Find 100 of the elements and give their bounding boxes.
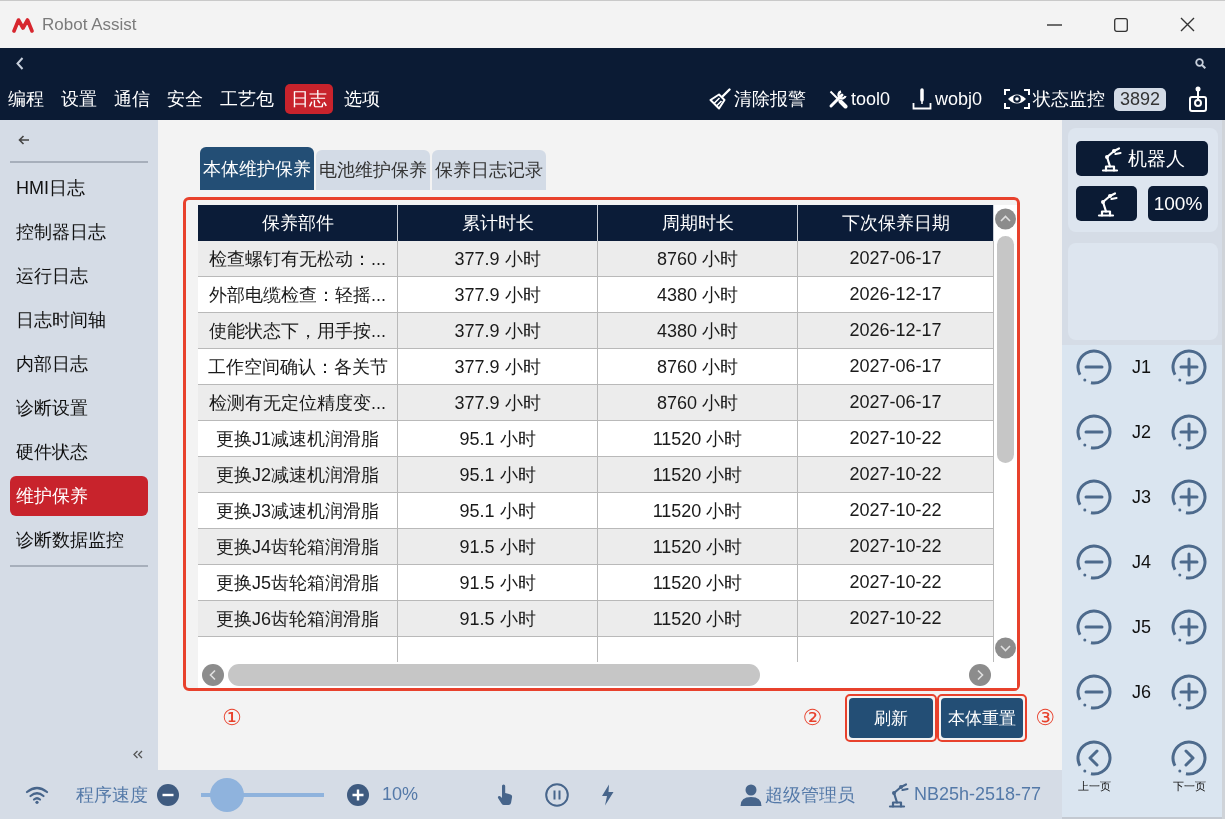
menu-item[interactable]: 选项 (338, 84, 386, 114)
minus-circle-icon[interactable] (1076, 479, 1112, 515)
minus-circle-icon[interactable] (1076, 544, 1112, 580)
refresh-button[interactable]: 刷新 (849, 698, 934, 738)
table-cell: 更换J6齿轮箱润滑脂 (198, 601, 398, 637)
user-icon (740, 783, 763, 806)
tool-button[interactable]: tool0 (827, 88, 890, 110)
joint-label: J3 (1132, 486, 1151, 508)
table-cell: 377.9 小时 (398, 313, 598, 349)
sidebar-item[interactable]: 硬件状态 (10, 432, 148, 472)
wifi-icon (25, 785, 49, 804)
speed-value: 10% (382, 784, 419, 805)
joint-label: J2 (1132, 421, 1151, 443)
table-cell: 检测有无定位精度变... (198, 385, 398, 421)
table-cell: 2027-10-22 (798, 529, 994, 565)
table-cell: 11520 小时 (598, 457, 798, 493)
back-icon[interactable] (16, 56, 24, 70)
menu-item[interactable]: 安全 (161, 84, 209, 114)
table-cell: 377.9 小时 (398, 241, 598, 277)
robot-arm-button[interactable] (1076, 186, 1137, 221)
back-arrow-icon[interactable] (18, 135, 30, 145)
robot-button[interactable]: 机器人 (1076, 141, 1208, 176)
clear-alarm-button[interactable]: 清除报警 (708, 87, 806, 111)
table-cell: 2027-06-17 (798, 241, 994, 277)
table-cell: 95.1 小时 (398, 457, 598, 493)
next-page-button[interactable]: 下一页 (1171, 740, 1207, 794)
table-cell: 91.5 小时 (398, 529, 598, 565)
minus-circle-icon[interactable] (1076, 414, 1112, 450)
sidebar-item[interactable]: 诊断设置 (10, 388, 148, 428)
robot-arm-icon (1099, 145, 1122, 172)
sidebar-item[interactable]: 诊断数据监控 (10, 520, 148, 560)
table-cell: 11520 小时 (598, 529, 798, 565)
joint-label: J4 (1132, 551, 1151, 573)
chevron-left-circle-icon (1076, 740, 1112, 776)
logo-icon (12, 16, 34, 33)
table-cell: 377.9 小时 (398, 385, 598, 421)
reset-button[interactable]: 本体重置 (941, 698, 1024, 738)
controller-name: NB25h-2518-77 (914, 784, 1042, 805)
sidebar-item[interactable]: 日志时间轴 (10, 300, 148, 340)
table-cell: 4380 小时 (598, 313, 798, 349)
search-icon[interactable] (1195, 57, 1206, 69)
sidebar-item[interactable]: 控制器日志 (10, 212, 148, 252)
minus-circle-icon[interactable] (1076, 349, 1112, 385)
minimize-icon[interactable] (1047, 23, 1062, 26)
table-cell: 11520 小时 (598, 601, 798, 637)
plus-circle-icon[interactable] (1171, 609, 1207, 645)
maximize-icon[interactable] (1114, 17, 1128, 32)
tab[interactable]: 电池维护保养 (316, 150, 430, 190)
plus-circle-icon[interactable] (1171, 414, 1207, 450)
pause-icon[interactable] (545, 782, 570, 807)
eye-icon (1003, 89, 1030, 109)
minus-circle-icon[interactable] (157, 783, 179, 806)
sidebar-item[interactable]: 维护保养 (10, 476, 148, 516)
table-cell: 91.5 小时 (398, 601, 598, 637)
minus-circle-icon[interactable] (1076, 609, 1112, 645)
broom-icon (708, 88, 731, 110)
menu-item[interactable]: 编程 (2, 84, 50, 114)
table-cell: 8760 小时 (598, 241, 798, 277)
count-badge: 3892 (1113, 87, 1166, 111)
plus-circle-icon[interactable] (1171, 544, 1207, 580)
menu-item[interactable]: 设置 (55, 84, 103, 114)
robot-arm-icon (887, 781, 910, 808)
joint-label: J1 (1132, 356, 1151, 378)
window-title: Robot Assist (42, 14, 137, 35)
table-cell: 2026-12-17 (798, 313, 994, 349)
plus-circle-icon[interactable] (347, 783, 369, 806)
callout-number: ① (222, 706, 242, 730)
sidebar-item[interactable]: HMI日志 (10, 168, 148, 208)
table-cell: 2027-10-22 (798, 457, 994, 493)
speed-button[interactable]: 100% (1148, 186, 1208, 221)
joint-label: J6 (1132, 681, 1151, 703)
joystick-icon[interactable] (1188, 86, 1208, 112)
table-cell: 2027-10-22 (798, 601, 994, 637)
menu-item[interactable]: 工艺包 (214, 84, 280, 114)
callout-number: ③ (1035, 706, 1055, 730)
pin-icon (911, 88, 932, 110)
menu-item[interactable]: 日志 (285, 84, 333, 114)
table-cell: 8760 小时 (598, 385, 798, 421)
callout-number: ② (802, 706, 823, 730)
sidebar-item[interactable]: 运行日志 (10, 256, 148, 296)
table-cell: 2027-06-17 (798, 385, 994, 421)
user-name: 超级管理员 (765, 783, 856, 807)
tab[interactable]: 保养日志记录 (432, 150, 546, 190)
lightning-icon[interactable] (600, 783, 616, 806)
slider-thumb[interactable] (209, 777, 244, 812)
joint-label: J5 (1132, 616, 1151, 638)
minus-circle-icon[interactable] (1076, 674, 1112, 710)
collapse-icon[interactable] (133, 750, 143, 759)
workobject-button[interactable]: wobj0 (911, 88, 982, 110)
plus-circle-icon[interactable] (1171, 349, 1207, 385)
plus-circle-icon[interactable] (1171, 674, 1207, 710)
close-icon[interactable] (1180, 17, 1195, 32)
hand-icon[interactable] (497, 783, 514, 806)
monitor-button[interactable]: 状态监控 (1003, 87, 1105, 111)
sidebar-item[interactable]: 内部日志 (10, 344, 148, 384)
previous-page-button[interactable]: 上一页 (1076, 740, 1112, 794)
tab[interactable]: 本体维护保养 (200, 147, 314, 190)
plus-circle-icon[interactable] (1171, 479, 1207, 515)
table-cell: 使能状态下，用手按... (198, 313, 398, 349)
menu-item[interactable]: 通信 (108, 84, 156, 114)
